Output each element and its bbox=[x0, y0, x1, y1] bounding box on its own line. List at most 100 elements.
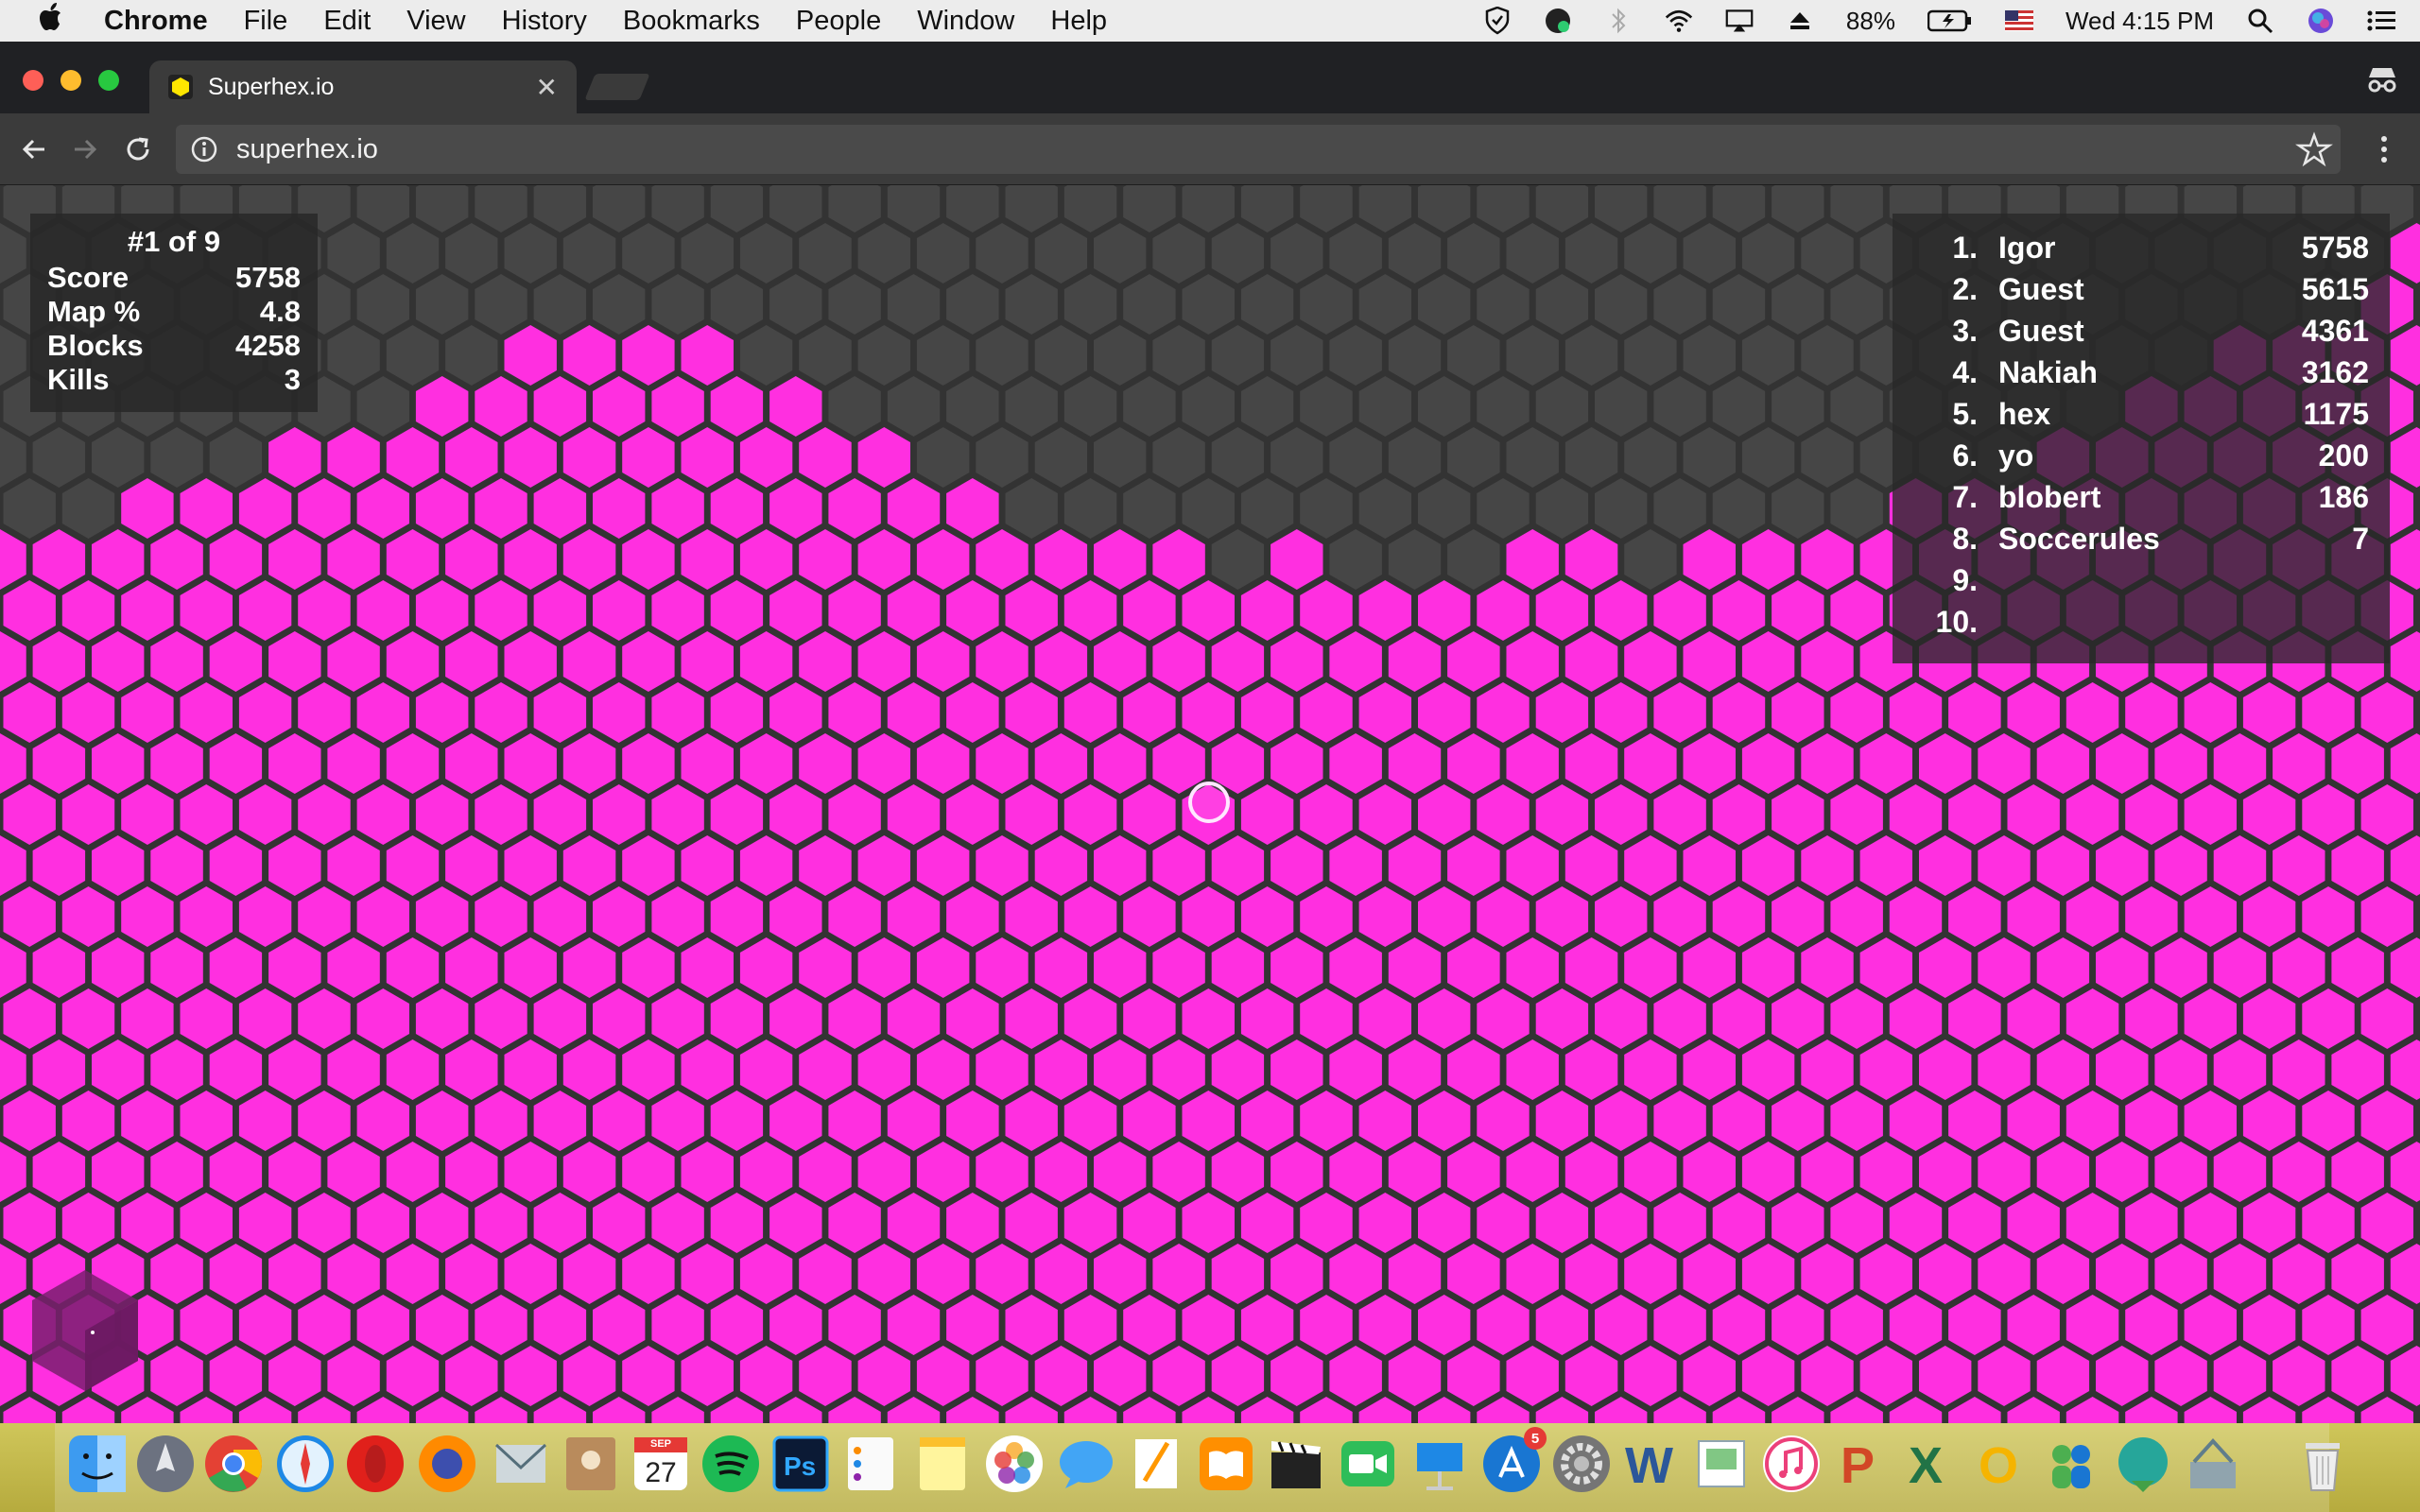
stat-value: 4.8 bbox=[259, 295, 301, 328]
stat-row-map: Map % 4.8 bbox=[47, 295, 301, 329]
keynote-icon[interactable] bbox=[1409, 1433, 1471, 1495]
airplay-icon[interactable] bbox=[1725, 7, 1754, 35]
window-minimize-button[interactable] bbox=[60, 70, 81, 91]
menu-history[interactable]: History bbox=[502, 6, 587, 37]
itunes-icon[interactable] bbox=[1760, 1433, 1823, 1495]
textedit-icon[interactable] bbox=[1125, 1433, 1187, 1495]
leaderboard-row: 4. Nakiah 3162 bbox=[1913, 352, 2369, 393]
tab-strip: Superhex.io ✕ bbox=[0, 42, 2420, 113]
leaderboard-row: 6. yo 200 bbox=[1913, 435, 2369, 476]
trash-icon[interactable] bbox=[2291, 1433, 2354, 1495]
notes-icon[interactable] bbox=[911, 1433, 974, 1495]
svg-text:W: W bbox=[1625, 1437, 1673, 1494]
svg-text:P: P bbox=[1841, 1437, 1875, 1494]
leaderboard-score: 3162 bbox=[2301, 354, 2369, 389]
calendar-day: 27 bbox=[645, 1457, 677, 1488]
calendar-icon[interactable]: SEP 27 bbox=[630, 1433, 692, 1495]
notification-center-icon[interactable] bbox=[2367, 7, 2395, 35]
leaderboard-row: 1. Igor 5758 bbox=[1913, 227, 2369, 268]
photoshop-icon[interactable]: Ps bbox=[769, 1433, 832, 1495]
game-canvas[interactable]: #1 of 9 Score 5758 Map % 4.8 Blocks 4258 Ki… bbox=[0, 185, 2420, 1423]
spotlight-search-icon[interactable] bbox=[2246, 7, 2274, 35]
leaderboard-rank: 3. bbox=[1952, 313, 1978, 348]
grammarly-icon[interactable] bbox=[1544, 7, 1572, 35]
messages-icon[interactable] bbox=[1055, 1433, 1117, 1495]
chrome-menu-icon[interactable] bbox=[2365, 130, 2403, 168]
reload-icon[interactable] bbox=[119, 130, 157, 168]
menu-edit[interactable]: Edit bbox=[323, 6, 371, 37]
system-preferences-icon[interactable] bbox=[1550, 1433, 1613, 1495]
back-arrow-icon[interactable] bbox=[15, 130, 53, 168]
window-zoom-button[interactable] bbox=[98, 70, 119, 91]
leaderboard-name: Guest bbox=[1998, 271, 2084, 306]
url-text[interactable]: superhex.io bbox=[236, 134, 378, 165]
us-flag-icon[interactable] bbox=[2004, 7, 2033, 35]
siri-icon[interactable] bbox=[2307, 7, 2335, 35]
stat-value: 4258 bbox=[235, 329, 301, 362]
stat-value: 3 bbox=[284, 363, 301, 396]
leaderboard-row: 5. hex 1175 bbox=[1913, 393, 2369, 435]
leaderboard-rank: 4. bbox=[1952, 354, 1978, 389]
shield-icon[interactable] bbox=[1483, 7, 1512, 35]
lync-icon[interactable] bbox=[2040, 1433, 2102, 1495]
tab-title: Superhex.io bbox=[208, 73, 335, 100]
launchpad-icon[interactable] bbox=[134, 1433, 197, 1495]
forward-arrow-icon[interactable] bbox=[66, 130, 104, 168]
outlook-icon[interactable]: O bbox=[1970, 1433, 2032, 1495]
facetime-icon[interactable] bbox=[1337, 1433, 1399, 1495]
site-info-icon[interactable] bbox=[189, 134, 219, 164]
stat-row-kills: Kills 3 bbox=[47, 363, 301, 397]
wifi-icon[interactable] bbox=[1665, 7, 1693, 35]
menu-view[interactable]: View bbox=[406, 6, 465, 37]
address-bar[interactable]: superhex.io bbox=[176, 125, 2341, 174]
superhex-favicon-icon bbox=[168, 75, 193, 99]
opera-icon[interactable] bbox=[344, 1433, 406, 1495]
clock[interactable]: Wed 4:15 PM bbox=[2066, 7, 2214, 36]
menu-bookmarks[interactable]: Bookmarks bbox=[623, 6, 760, 37]
menu-people[interactable]: People bbox=[796, 6, 881, 37]
leaderboard-name: blobert bbox=[1998, 479, 2101, 514]
stat-value: 5758 bbox=[235, 261, 301, 294]
network-icon[interactable] bbox=[2112, 1433, 2174, 1495]
app-store-icon[interactable]: 5 bbox=[1480, 1427, 1547, 1495]
word-icon[interactable]: W bbox=[1620, 1433, 1683, 1495]
ibooks-icon[interactable] bbox=[1195, 1433, 1257, 1495]
battery-icon[interactable] bbox=[1927, 7, 1973, 35]
spotify-icon[interactable] bbox=[700, 1433, 762, 1495]
tab-close-icon[interactable]: ✕ bbox=[536, 72, 558, 103]
menu-app-chrome[interactable]: Chrome bbox=[104, 6, 208, 37]
menu-help[interactable]: Help bbox=[1050, 6, 1107, 37]
tab-superhex[interactable]: Superhex.io ✕ bbox=[149, 60, 577, 113]
window-close-button[interactable] bbox=[23, 70, 43, 91]
mail-icon[interactable] bbox=[490, 1433, 552, 1495]
leaderboard-row: 9. bbox=[1913, 559, 2369, 601]
imovie-icon[interactable] bbox=[1265, 1433, 1327, 1495]
menu-window[interactable]: Window bbox=[917, 6, 1014, 37]
menu-bar: Chrome File Edit View History Bookmarks … bbox=[0, 0, 2420, 42]
excel-icon[interactable]: X bbox=[1900, 1433, 1962, 1495]
preview-icon[interactable] bbox=[1690, 1433, 1753, 1495]
firefox-icon[interactable] bbox=[416, 1433, 478, 1495]
eject-icon[interactable] bbox=[1786, 7, 1814, 35]
player-stats-panel: #1 of 9 Score 5758 Map % 4.8 Blocks 4258 Ki… bbox=[30, 214, 318, 412]
safari-icon[interactable] bbox=[274, 1433, 337, 1495]
leaderboard-rank: 1. bbox=[1952, 230, 1978, 265]
bluetooth-icon[interactable] bbox=[1604, 7, 1633, 35]
apple-menu-icon[interactable] bbox=[25, 2, 79, 40]
photos-icon[interactable] bbox=[983, 1433, 1046, 1495]
leaderboard: 1. Igor 5758 2. Guest 5615 3. Guest 4361 4. Nak… bbox=[1893, 214, 2390, 663]
bootcamp-icon[interactable] bbox=[2182, 1433, 2244, 1495]
leaderboard-rank: 6. bbox=[1952, 438, 1978, 472]
bookmark-star-icon[interactable] bbox=[2295, 130, 2333, 168]
contacts-icon[interactable] bbox=[560, 1433, 622, 1495]
new-tab-button[interactable] bbox=[584, 74, 650, 100]
svg-text:O: O bbox=[1979, 1437, 2018, 1494]
stat-label: Map % bbox=[47, 295, 141, 328]
menu-file[interactable]: File bbox=[244, 6, 288, 37]
reminders-icon[interactable] bbox=[839, 1433, 902, 1495]
leaderboard-score: 4361 bbox=[2301, 313, 2369, 348]
powerpoint-icon[interactable]: P bbox=[1830, 1433, 1893, 1495]
chrome-icon[interactable] bbox=[202, 1433, 265, 1495]
finder-icon[interactable] bbox=[66, 1433, 129, 1495]
app-store-badge: 5 bbox=[1524, 1427, 1547, 1450]
